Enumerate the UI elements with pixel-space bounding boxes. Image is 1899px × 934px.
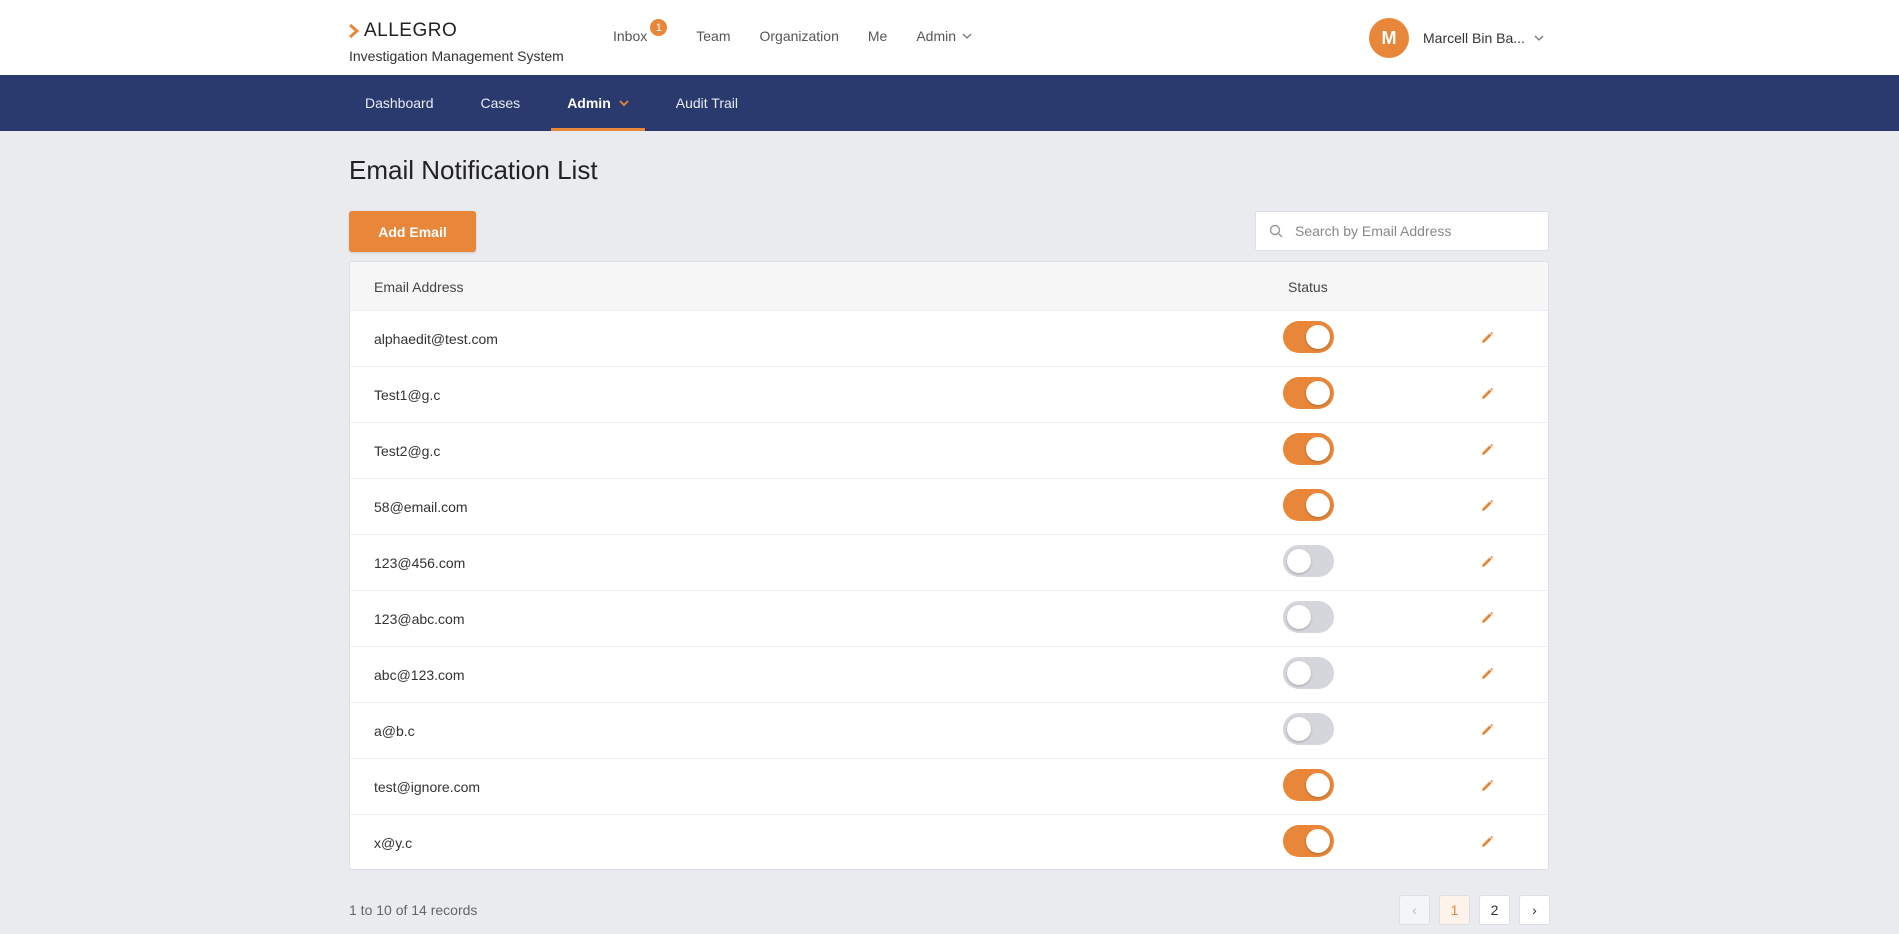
table-row: 123@456.com [350, 535, 1548, 591]
table-row: Test1@g.c [350, 367, 1548, 423]
table-row: 58@email.com [350, 479, 1548, 535]
main-nav-audit-trail[interactable]: Audit Trail [660, 75, 754, 131]
table-row: 123@abc.com [350, 591, 1548, 647]
page-button-2[interactable]: 2 [1479, 895, 1510, 925]
search-box [1255, 211, 1549, 251]
status-toggle[interactable] [1283, 825, 1334, 857]
pagination: ‹ 1 2 › [1399, 895, 1550, 925]
email-table: Email Address Status alphaedit@test.com T… [349, 261, 1549, 870]
table-row: a@b.c [350, 703, 1548, 759]
user-menu[interactable]: M Marcell Bin Ba... [1369, 18, 1544, 58]
top-nav-me[interactable]: Me [868, 28, 887, 44]
email-address-cell: abc@123.com [374, 667, 465, 683]
top-nav: Inbox 1 Team Organization Me Admin [613, 19, 1001, 44]
main-nav-admin-label: Admin [567, 95, 611, 111]
main-nav-admin[interactable]: Admin [551, 75, 645, 131]
toggle-knob [1306, 829, 1330, 853]
main-nav-dashboard[interactable]: Dashboard [349, 75, 450, 131]
email-address-cell: 123@abc.com [374, 611, 465, 627]
email-address-cell: 58@email.com [374, 499, 468, 515]
toggle-knob [1306, 437, 1330, 461]
brand-logo-icon [349, 24, 359, 38]
top-nav-inbox[interactable]: Inbox 1 [613, 19, 668, 44]
pencil-icon[interactable] [1480, 611, 1494, 625]
pencil-icon[interactable] [1480, 667, 1494, 681]
column-header-status: Status [1288, 279, 1328, 295]
search-input[interactable] [1295, 223, 1535, 239]
status-toggle[interactable] [1283, 713, 1334, 745]
table-row: alphaedit@test.com [350, 311, 1548, 367]
status-toggle[interactable] [1283, 377, 1334, 409]
pencil-icon[interactable] [1480, 555, 1494, 569]
status-toggle[interactable] [1283, 489, 1334, 521]
main-nav-dashboard-label: Dashboard [365, 95, 434, 111]
avatar: M [1369, 18, 1409, 58]
toggle-knob [1306, 325, 1330, 349]
pencil-icon[interactable] [1480, 779, 1494, 793]
email-address-cell: Test2@g.c [374, 443, 441, 459]
status-toggle[interactable] [1283, 657, 1334, 689]
prev-page-button[interactable]: ‹ [1399, 895, 1430, 925]
chevron-down-icon [1534, 35, 1544, 41]
toggle-knob [1287, 549, 1311, 573]
table-row: Test2@g.c [350, 423, 1548, 479]
chevron-down-icon [619, 100, 629, 107]
toggle-knob [1306, 773, 1330, 797]
pencil-icon[interactable] [1480, 723, 1494, 737]
table-row: x@y.c [350, 815, 1548, 869]
status-toggle[interactable] [1283, 433, 1334, 465]
top-nav-organization[interactable]: Organization [759, 28, 838, 44]
top-nav-me-label: Me [867, 28, 888, 44]
main-nav-cases[interactable]: Cases [465, 75, 537, 131]
table-body: alphaedit@test.com Test1@g.c Test2@g.c 58@e… [350, 311, 1548, 869]
inbox-count-badge: 1 [650, 19, 668, 36]
top-nav-inbox-label: Inbox [613, 28, 648, 44]
top-nav-team[interactable]: Team [696, 28, 730, 44]
brand[interactable]: ALLEGRO Investigation Management System [349, 20, 564, 64]
top-nav-admin-label: Admin [916, 28, 957, 44]
main-nav: Dashboard Cases Admin Audit Trail [0, 75, 1899, 131]
pencil-icon[interactable] [1480, 499, 1494, 513]
user-name: Marcell Bin Ba... [1423, 30, 1525, 46]
email-address-cell: 123@456.com [374, 555, 466, 571]
top-nav-organization-label: Organization [759, 28, 839, 44]
add-email-button[interactable]: Add Email [349, 211, 476, 252]
page-button-1[interactable]: 1 [1439, 895, 1470, 925]
main-nav-cases-label: Cases [480, 95, 521, 111]
email-address-cell: alphaedit@test.com [374, 331, 498, 347]
pencil-icon[interactable] [1480, 331, 1494, 345]
column-header-email: Email Address [374, 279, 464, 295]
main-nav-audit-trail-label: Audit Trail [675, 95, 738, 111]
table-header: Email Address Status [350, 262, 1548, 311]
toggle-knob [1287, 661, 1311, 685]
email-address-cell: a@b.c [374, 723, 415, 739]
toggle-knob [1306, 493, 1330, 517]
table-row: test@ignore.com [350, 759, 1548, 815]
email-address-cell: test@ignore.com [374, 779, 481, 795]
top-nav-admin[interactable]: Admin [916, 28, 972, 44]
search-icon [1269, 224, 1283, 238]
status-toggle[interactable] [1283, 601, 1334, 633]
pencil-icon[interactable] [1480, 387, 1494, 401]
chevron-down-icon [962, 33, 972, 39]
email-address-cell: Test1@g.c [374, 387, 441, 403]
top-header: ALLEGRO Investigation Management System … [0, 0, 1899, 75]
toggle-knob [1287, 605, 1311, 629]
status-toggle[interactable] [1283, 769, 1334, 801]
next-page-button[interactable]: › [1519, 895, 1550, 925]
brand-name: ALLEGRO [364, 20, 458, 41]
table-row: abc@123.com [350, 647, 1548, 703]
toggle-knob [1306, 381, 1330, 405]
email-address-cell: x@y.c [374, 835, 413, 851]
status-toggle[interactable] [1283, 321, 1334, 353]
pencil-icon[interactable] [1480, 835, 1494, 849]
pencil-icon[interactable] [1480, 443, 1494, 457]
records-summary: 1 to 10 of 14 records [349, 902, 478, 918]
top-nav-team-label: Team [696, 28, 731, 44]
status-toggle[interactable] [1283, 545, 1334, 577]
page-title: Email Notification List [349, 155, 598, 185]
brand-subtitle: Investigation Management System [349, 48, 564, 64]
toggle-knob [1287, 717, 1311, 741]
